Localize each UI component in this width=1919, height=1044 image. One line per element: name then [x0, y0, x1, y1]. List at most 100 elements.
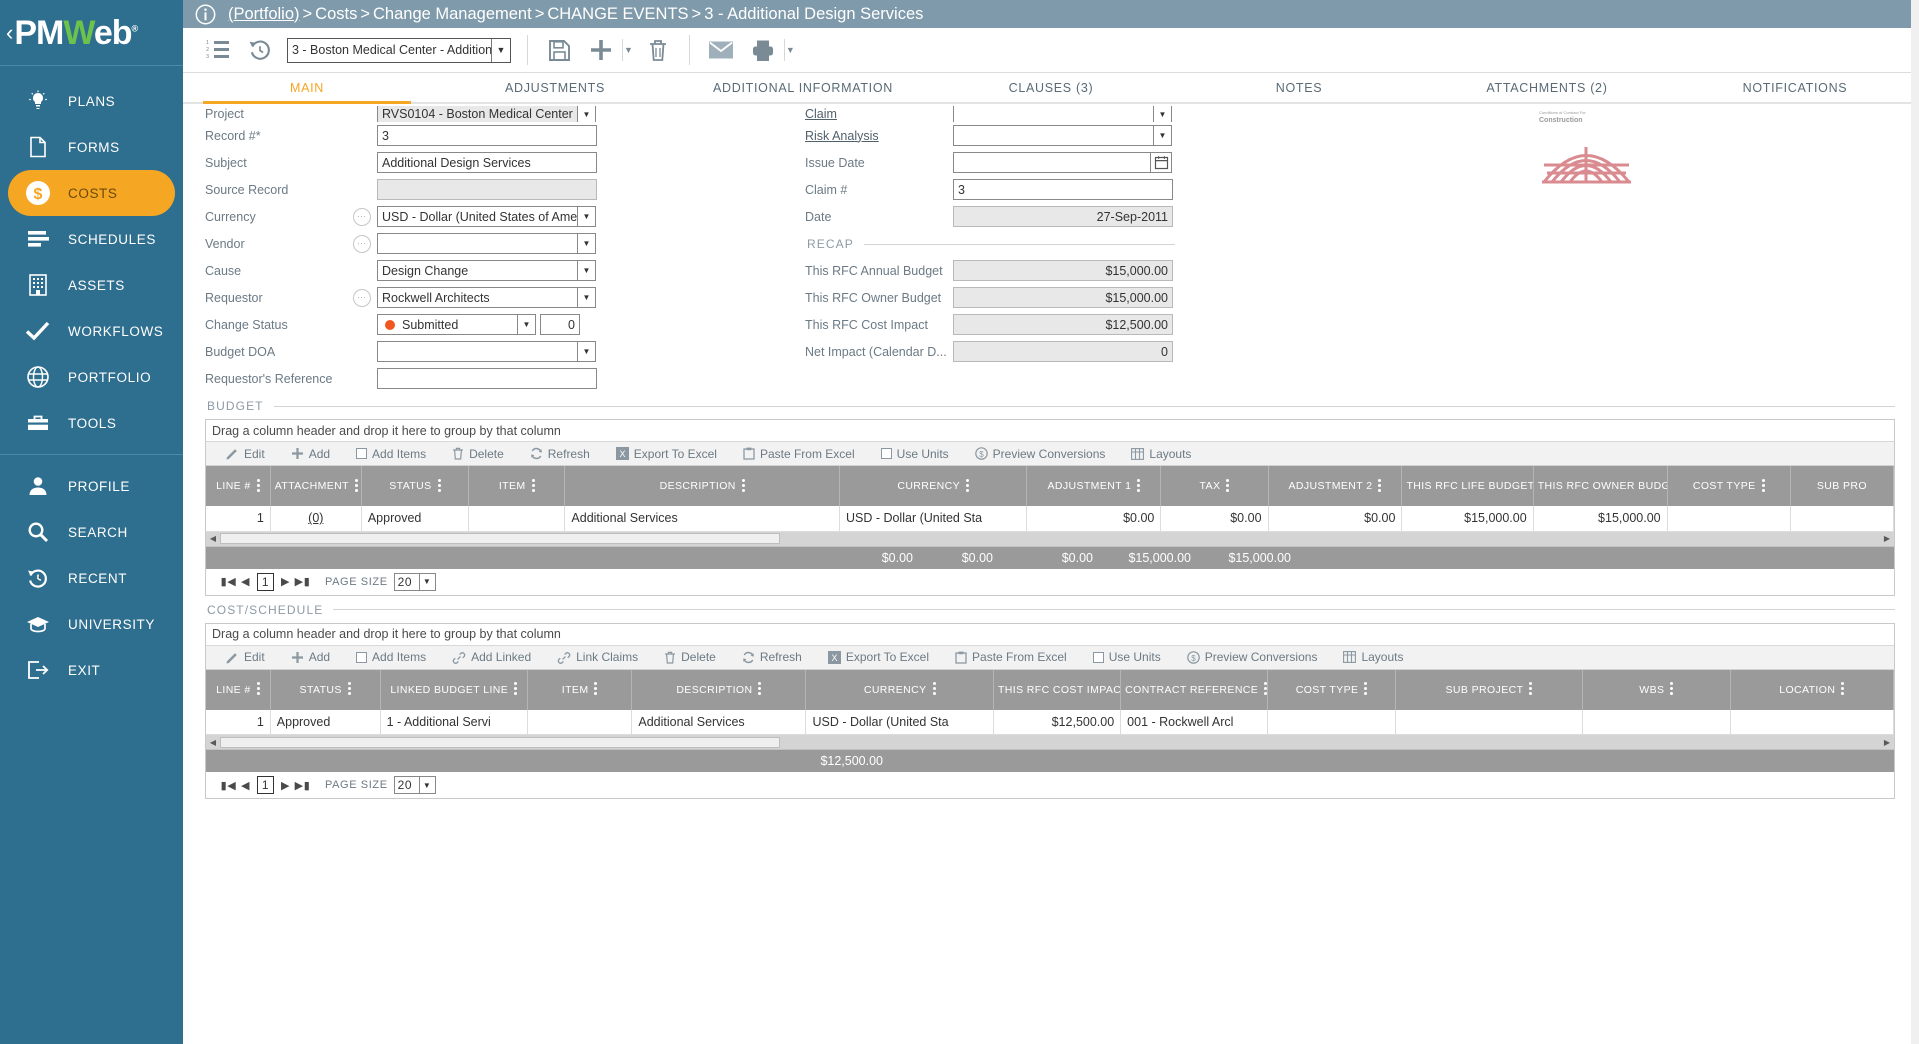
col-cost-type[interactable]: COST TYPE — [1667, 466, 1791, 506]
chevron-down-icon[interactable]: ▼ — [783, 39, 799, 61]
budget-edit-button[interactable]: Edit — [226, 447, 265, 461]
col-this-rfc-owner-budget[interactable]: THIS RFC OWNER BUDGET — [1533, 466, 1668, 506]
history-icon[interactable] — [239, 29, 281, 71]
col-line-number[interactable]: LINE # — [206, 669, 271, 710]
cost-preview-conversions-button[interactable]: $ Preview Conversions — [1186, 650, 1317, 664]
sidebar-item-recent[interactable]: RECENT — [8, 555, 175, 601]
tab-notifications[interactable]: NOTIFICATIONS — [1671, 73, 1919, 102]
risk-analysis-select[interactable]: ▼ — [953, 125, 1172, 146]
cost-group-dropzone[interactable]: Drag a column header and drop it here to… — [206, 623, 1894, 646]
breadcrumb-root[interactable]: (Portfolio) — [228, 5, 300, 23]
cost-layouts-button[interactable]: Layouts — [1343, 650, 1403, 664]
currency-select[interactable]: USD - Dollar (United States of Ameri ▼ — [377, 206, 596, 227]
cost-delete-button[interactable]: Delete — [664, 650, 716, 664]
chevron-down-icon[interactable]: ▼ — [622, 39, 637, 61]
col-currency[interactable]: CURRENCY — [805, 669, 994, 710]
scroll-right-icon[interactable]: ▶ — [1880, 738, 1894, 747]
chevron-down-icon[interactable]: ▼ — [491, 38, 510, 62]
cost-link-claims-button[interactable]: Link Claims — [557, 650, 638, 664]
first-page-icon[interactable]: ▮◀ — [220, 779, 237, 792]
col-status[interactable]: STATUS — [361, 466, 469, 506]
last-page-icon[interactable]: ▶▮ — [294, 575, 311, 588]
cost-edit-button[interactable]: Edit — [226, 650, 265, 664]
vendor-select[interactable]: ▼ — [377, 233, 596, 254]
sidebar-item-assets[interactable]: ASSETS — [8, 262, 175, 308]
chevron-down-icon[interactable]: ▼ — [577, 206, 596, 227]
field-label[interactable]: Claim — [805, 107, 953, 121]
budget-layouts-button[interactable]: Layouts — [1131, 447, 1191, 461]
col-linked-budget-line[interactable]: LINKED BUDGET LINE — [380, 669, 528, 710]
sidebar-item-portfolio[interactable]: PORTFOLIO — [8, 354, 175, 400]
cost-add-button[interactable]: Add — [291, 650, 330, 664]
project-selector[interactable]: 3 - Boston Medical Center - Addition ▼ — [287, 37, 511, 63]
scroll-thumb[interactable] — [220, 533, 780, 544]
col-adjustment-1[interactable]: ADJUSTMENT 1 — [1026, 466, 1162, 506]
budget-horizontal-scrollbar[interactable]: ◀ ▶ — [206, 531, 1894, 547]
requestors-reference-input[interactable] — [377, 368, 597, 389]
col-this-rfc-cost-impact[interactable]: THIS RFC COST IMPACT — [993, 669, 1122, 710]
cause-select[interactable]: Design Change ▼ — [377, 260, 596, 281]
chevron-down-icon[interactable]: ▼ — [577, 260, 596, 281]
col-this-rfc-life-budget[interactable]: THIS RFC LIFE BUDGET — [1401, 466, 1534, 506]
scroll-left-icon[interactable]: ◀ — [206, 738, 220, 747]
scroll-left-icon[interactable]: ◀ — [206, 534, 220, 543]
sidebar-item-workflows[interactable]: WORKFLOWS — [8, 308, 175, 354]
sidebar-item-tools[interactable]: TOOLS — [8, 400, 175, 446]
chevron-down-icon[interactable]: ▼ — [1153, 125, 1172, 146]
scroll-thumb[interactable] — [220, 736, 780, 748]
subject-input[interactable]: Additional Design Services — [377, 152, 597, 173]
requestor-select[interactable]: Rockwell Architects ▼ — [377, 287, 596, 308]
sidebar-item-search[interactable]: SEARCH — [8, 509, 175, 555]
current-page[interactable]: 1 — [257, 776, 274, 794]
cost-add-items-button[interactable]: Add Items — [356, 650, 426, 664]
cost-use-units-checkbox[interactable]: Use Units — [1092, 650, 1161, 664]
page-scrollbar[interactable] — [1911, 0, 1919, 1044]
add-icon[interactable] — [580, 29, 622, 71]
col-sub-project[interactable]: SUB PROJECT — [1395, 669, 1584, 710]
sidebar-item-costs[interactable]: $ COSTS — [8, 170, 175, 216]
sidebar-item-forms[interactable]: FORMS — [8, 124, 175, 170]
budget-export-excel-button[interactable]: X Export To Excel — [615, 447, 717, 461]
col-sub-project[interactable]: SUB PRO — [1790, 466, 1895, 506]
col-wbs[interactable]: WBS — [1582, 669, 1731, 710]
cost-add-linked-button[interactable]: Add Linked — [452, 650, 531, 664]
cost-refresh-button[interactable]: Refresh — [742, 650, 802, 664]
chevron-down-icon[interactable]: ▼ — [517, 314, 536, 335]
budget-delete-button[interactable]: Delete — [452, 447, 504, 461]
sidebar-item-university[interactable]: UNIVERSITY — [8, 601, 175, 647]
tab-main[interactable]: MAIN — [183, 73, 431, 104]
page-size-value[interactable]: 20 — [393, 572, 419, 591]
calendar-icon[interactable] — [1151, 152, 1172, 173]
col-status[interactable]: STATUS — [270, 669, 381, 710]
next-page-icon[interactable]: ▶ — [277, 779, 294, 792]
claim-number-input[interactable]: 3 — [953, 179, 1173, 200]
col-location[interactable]: LOCATION — [1730, 669, 1895, 710]
first-page-icon[interactable]: ▮◀ — [220, 575, 237, 588]
delete-icon[interactable] — [637, 29, 679, 71]
currency-picker-icon[interactable]: ⋯ — [353, 207, 371, 226]
budget-group-dropzone[interactable]: Drag a column header and drop it here to… — [206, 420, 1894, 442]
col-attachment[interactable]: ATTACHMENT — [270, 466, 362, 506]
chevron-down-icon[interactable]: ▼ — [577, 106, 596, 122]
budget-add-items-button[interactable]: Add Items — [356, 447, 426, 461]
change-status-select[interactable]: Submitted ▼ — [377, 314, 536, 335]
col-item[interactable]: ITEM — [468, 466, 566, 506]
chevron-down-icon[interactable]: ▼ — [577, 233, 596, 254]
table-row[interactable]: 1 Approved 1 - Additional Servi Addition… — [206, 709, 1895, 735]
prev-page-icon[interactable]: ◀ — [237, 779, 254, 792]
cost-export-excel-button[interactable]: X Export To Excel — [827, 650, 929, 664]
budget-doa-select[interactable]: ▼ — [377, 341, 596, 362]
checkbox-icon[interactable] — [1092, 651, 1104, 663]
breadcrumb-item-change-management[interactable]: Change Management — [373, 5, 532, 23]
cost-horizontal-scrollbar[interactable]: ◀ ▶ — [206, 735, 1894, 750]
cell-attachment[interactable]: (0) — [270, 506, 362, 532]
tab-notes[interactable]: NOTES — [1175, 73, 1423, 102]
checkbox-icon[interactable] — [356, 448, 368, 459]
budget-refresh-button[interactable]: Refresh — [530, 447, 590, 461]
issue-date-input[interactable] — [953, 152, 1151, 173]
claim-select[interactable]: ▼ — [953, 106, 1172, 122]
checkbox-icon[interactable] — [356, 651, 368, 663]
print-icon[interactable] — [742, 29, 784, 71]
record-number-input[interactable]: 3 — [377, 125, 597, 146]
list-icon[interactable]: 123 — [197, 29, 239, 71]
